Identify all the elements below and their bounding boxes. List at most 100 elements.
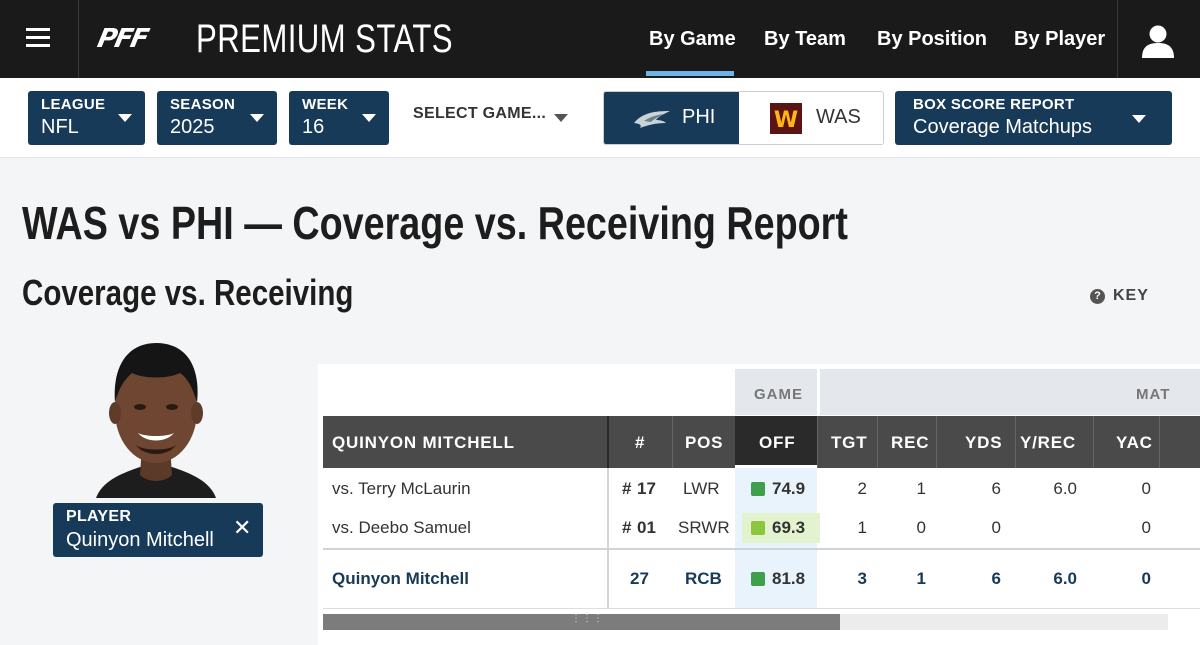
user-account-icon[interactable] — [1140, 24, 1176, 58]
nav-by-game[interactable]: By Game — [649, 28, 736, 50]
total-rec: 1 — [916, 569, 926, 588]
row-yds: 0 — [991, 518, 1001, 537]
coverage-table: GAME MAT QUINYON MITCHELL # POS TGT REC … — [318, 364, 1200, 645]
report-label: BOX SCORE REPORT — [913, 96, 1075, 113]
grade-indicator — [751, 482, 765, 496]
nav-by-player[interactable]: By Player — [1014, 28, 1105, 50]
hamburger-menu-icon[interactable] — [26, 28, 50, 48]
column-header-yac[interactable]: YAC — [1116, 433, 1153, 453]
report-value: Coverage Matchups — [913, 116, 1092, 138]
season-dropdown[interactable]: SEASON 2025 — [157, 91, 277, 145]
close-icon[interactable]: ✕ — [233, 517, 251, 539]
chevron-down-icon[interactable] — [554, 114, 568, 122]
row-yrec: 6.0 — [1053, 479, 1077, 498]
table-total-row[interactable]: Quinyon Mitchell 27 RCB 81.8 3 1 6 6.0 0 — [323, 564, 1200, 594]
off-grade: 69.3 — [742, 513, 820, 543]
row-number-prefix: # — [622, 518, 632, 537]
grade-indicator — [751, 521, 765, 535]
chevron-down-icon — [1132, 115, 1146, 123]
week-dropdown[interactable]: WEEK 16 — [289, 91, 389, 145]
svg-text:W: W — [774, 108, 798, 133]
divider — [1159, 416, 1160, 468]
divider — [607, 416, 609, 468]
top-bar: PFF PREMIUM STATS By Game By Team By Pos… — [0, 0, 1200, 78]
total-yrec: 6.0 — [1053, 569, 1077, 588]
team-abbr: PHI — [682, 106, 716, 128]
column-header-position[interactable]: POS — [685, 433, 723, 453]
player-chip-name: Quinyon Mitchell — [66, 529, 214, 551]
row-number-prefix: # — [622, 479, 632, 498]
chevron-down-icon — [118, 114, 132, 122]
select-game-label: SELECT GAME... — [413, 105, 547, 122]
team-option-phi[interactable]: PHI — [604, 92, 739, 144]
league-label: LEAGUE — [41, 96, 106, 113]
row-position: LWR — [683, 479, 720, 498]
row-number: 01 — [637, 518, 656, 537]
divider — [323, 548, 1200, 550]
season-value: 2025 — [170, 116, 215, 138]
off-grade-value: 74.9 — [772, 479, 806, 498]
group-header-matchup: MAT — [820, 369, 1200, 415]
total-position: RCB — [685, 569, 722, 588]
key-button[interactable]: ? KEY — [1090, 287, 1149, 305]
row-position: SRWR — [678, 518, 730, 537]
team-option-was[interactable]: W WAS — [739, 92, 883, 144]
app-title: PREMIUM STATS — [196, 17, 453, 61]
league-dropdown[interactable]: LEAGUE NFL — [28, 91, 145, 145]
week-value: 16 — [302, 116, 325, 138]
column-header-rec[interactable]: REC — [891, 433, 929, 453]
row-player-name: vs. Deebo Samuel — [332, 518, 471, 537]
section-title: Coverage vs. Receiving — [22, 272, 354, 313]
page-title: WAS vs PHI — Coverage vs. Receiving Repo… — [22, 197, 848, 249]
column-header-off[interactable]: OFF — [759, 433, 795, 453]
eagles-logo-icon — [634, 111, 670, 128]
filter-bar: LEAGUE NFL SEASON 2025 WEEK 16 SELECT GA… — [0, 78, 1200, 158]
divider — [672, 416, 673, 468]
player-headshot — [96, 343, 216, 498]
row-yds: 6 — [991, 479, 1001, 498]
chevron-down-icon — [362, 114, 376, 122]
divider — [877, 416, 878, 468]
row-rec: 1 — [916, 479, 926, 498]
week-label: WEEK — [302, 96, 349, 113]
grade-indicator — [751, 572, 765, 586]
table-row[interactable]: vs. Deebo Samuel # 01 SRWR 69.3 1 0 0 0 — [323, 513, 1200, 543]
active-nav-indicator — [646, 71, 734, 76]
help-icon: ? — [1090, 289, 1105, 304]
divider — [1117, 0, 1118, 78]
group-header-game-label: GAME — [754, 386, 803, 403]
column-header-off-cell: OFF — [735, 416, 817, 468]
nav-by-team[interactable]: By Team — [764, 28, 846, 50]
row-yac: 0 — [1141, 479, 1151, 498]
off-grade-value: 81.8 — [772, 569, 806, 588]
column-header-yrec[interactable]: Y/REC — [1020, 433, 1076, 453]
row-player-name: vs. Terry McLaurin — [332, 479, 471, 498]
table-row[interactable]: vs. Terry McLaurin # 17 LWR 74.9 2 1 6 6… — [323, 474, 1200, 504]
nav-by-position[interactable]: By Position — [877, 28, 987, 50]
off-grade: 74.9 — [742, 474, 820, 504]
divider — [323, 608, 1200, 609]
column-header-yds[interactable]: YDS — [965, 433, 1002, 453]
column-header-tgt[interactable]: TGT — [831, 433, 867, 453]
total-number: 27 — [630, 569, 649, 588]
season-label: SEASON — [170, 96, 236, 113]
player-chip: PLAYER Quinyon Mitchell ✕ — [53, 503, 263, 557]
row-yac: 0 — [1141, 518, 1151, 537]
divider — [936, 416, 937, 468]
group-header-matchup-label: MAT — [1136, 386, 1171, 403]
pff-logo[interactable]: PFF — [95, 24, 150, 54]
select-game-dropdown[interactable]: SELECT GAME... — [413, 105, 546, 123]
column-header-number[interactable]: # — [635, 433, 645, 453]
total-yac: 0 — [1141, 569, 1151, 588]
off-grade-value: 69.3 — [772, 518, 806, 537]
box-score-report-dropdown[interactable]: BOX SCORE REPORT Coverage Matchups — [895, 91, 1172, 145]
horizontal-scrollbar[interactable]: ⋮⋮⋮ — [323, 614, 1168, 630]
row-tgt: 2 — [857, 479, 867, 498]
scrollbar-thumb[interactable]: ⋮⋮⋮ — [323, 614, 840, 630]
divider — [78, 0, 79, 78]
column-header-player[interactable]: QUINYON MITCHELL — [332, 433, 515, 453]
off-grade: 81.8 — [742, 564, 820, 594]
divider — [1093, 416, 1094, 468]
total-yds: 6 — [991, 569, 1001, 588]
chevron-down-icon — [250, 114, 264, 122]
